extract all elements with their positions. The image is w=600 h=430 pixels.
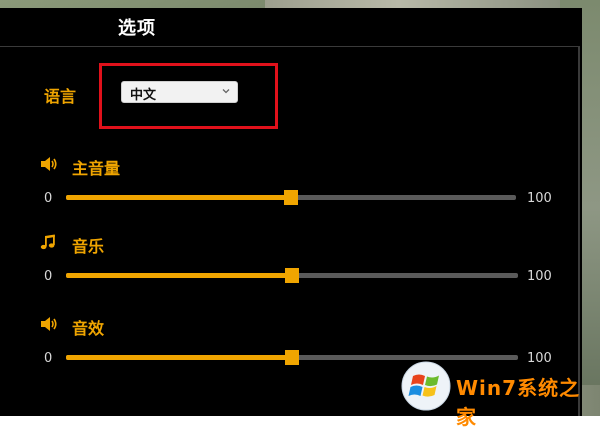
music-min: 0 [44,269,53,284]
music-note-icon [40,234,55,250]
master-volume-min: 0 [44,191,53,206]
slider-fill [66,273,292,278]
music-slider[interactable] [66,268,518,283]
speaker-icon [41,317,57,331]
sound-effects-label: 音效 [72,319,105,338]
speaker-icon [41,157,57,171]
slider-fill [66,355,292,360]
watermark: Win7系统之家 [400,360,600,429]
options-tab[interactable]: 选项 [0,8,262,46]
slider-thumb[interactable] [284,190,298,205]
watermark-text: Win7系统之家 [456,376,581,429]
slider-fill [66,195,291,200]
language-label: 语言 [44,87,77,106]
master-volume-label: 主音量 [72,159,121,178]
tab-title: 选项 [118,18,156,39]
master-volume-slider[interactable] [66,190,516,205]
master-volume-max: 100 [527,191,552,206]
sound-effects-min: 0 [44,351,53,366]
highlight-box [99,63,278,129]
windows-logo-icon [401,361,451,411]
music-label: 音乐 [72,237,105,256]
music-max: 100 [527,269,552,284]
options-panel: 选项 语言 中文 主音量 0 100 音乐 0 100 音效 0 100 [0,8,582,416]
slider-thumb[interactable] [285,268,299,283]
slider-thumb[interactable] [285,350,299,365]
